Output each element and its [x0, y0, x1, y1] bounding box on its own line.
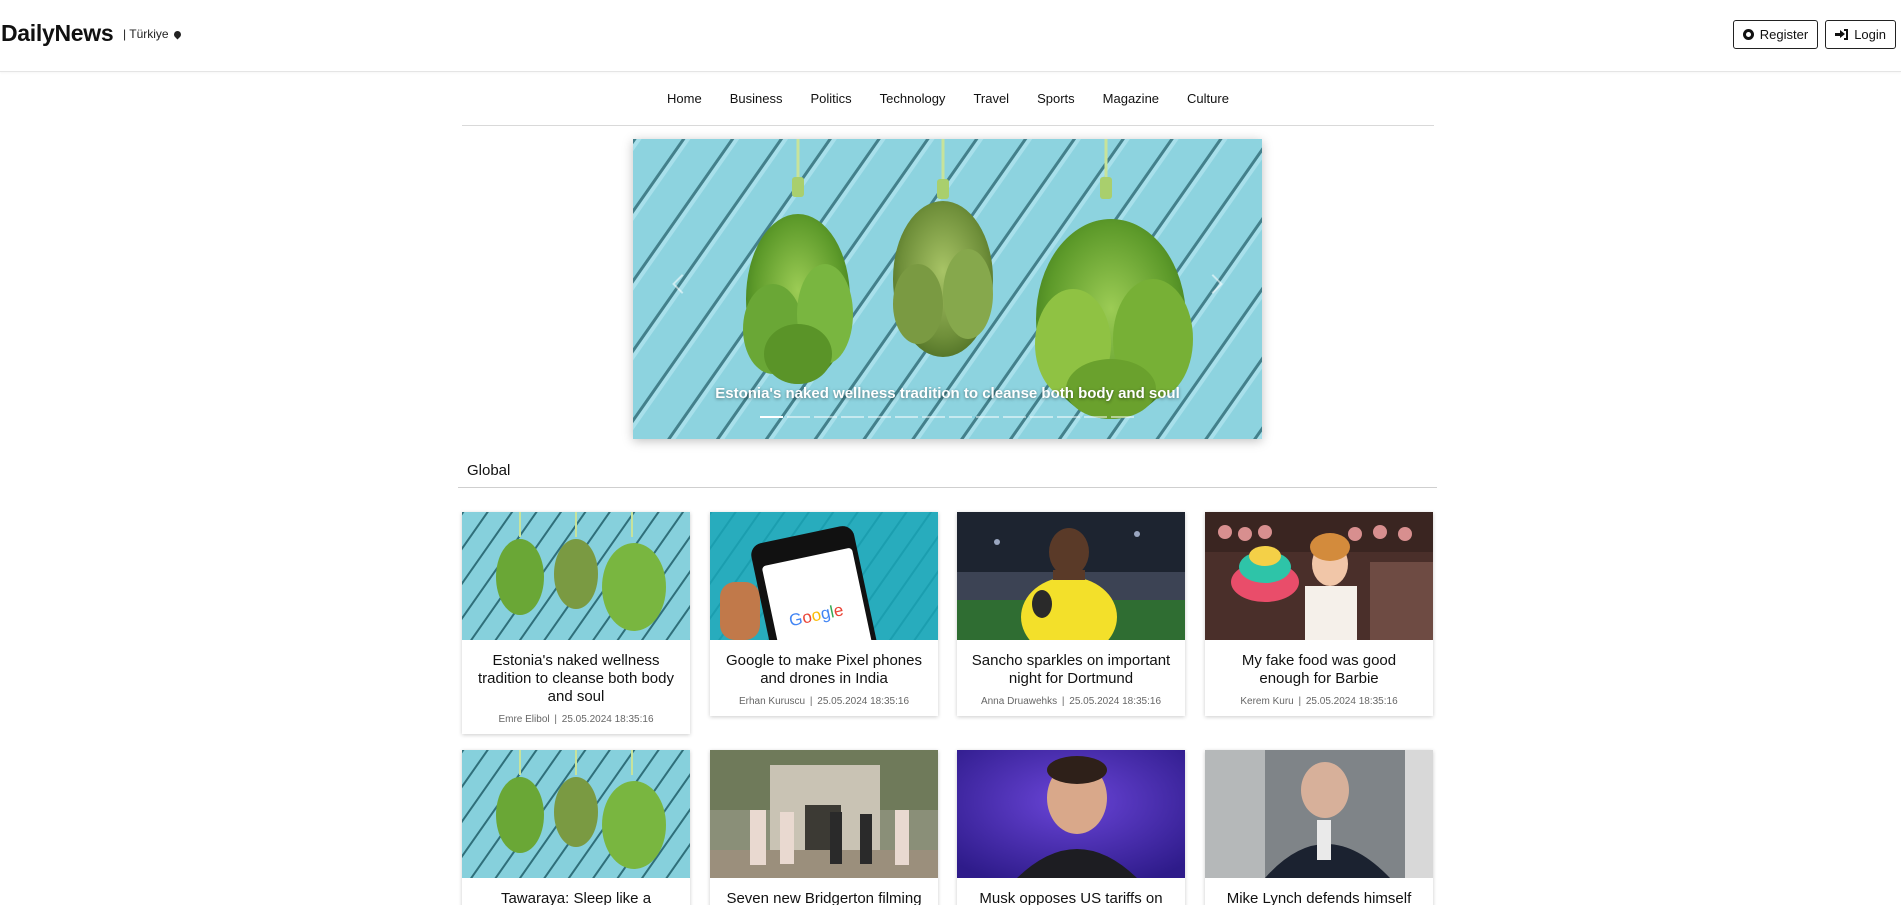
- article-date: 25.05.2024 18:35:16: [817, 696, 910, 707]
- article-title[interactable]: Tawaraya: Sleep like a: [462, 878, 690, 905]
- article-title[interactable]: My fake food was good enough for Barbie: [1205, 640, 1433, 688]
- section-divider: [458, 487, 1437, 488]
- nav-home[interactable]: Home: [653, 91, 716, 106]
- article-card[interactable]: My fake food was good enough for Barbie …: [1205, 512, 1433, 716]
- nav-sports[interactable]: Sports: [1023, 91, 1089, 106]
- article-author: Emre Elibol: [498, 714, 550, 725]
- carousel-indicator[interactable]: [922, 416, 945, 418]
- carousel-indicator[interactable]: [1030, 416, 1053, 418]
- site-logo[interactable]: DailyNews: [1, 20, 114, 47]
- article-meta: Erhan Kuruscu | 25.05.2024 18:35:16: [738, 696, 910, 707]
- login-button[interactable]: Login: [1825, 20, 1896, 49]
- carousel-indicator[interactable]: [976, 416, 999, 418]
- article-title[interactable]: Musk opposes US tariffs on: [957, 878, 1185, 905]
- article-thumbnail: [1205, 512, 1433, 640]
- article-title[interactable]: Seven new Bridgerton filming: [710, 878, 938, 905]
- sign-in-icon: [1835, 29, 1849, 40]
- article-thumbnail: [710, 750, 938, 878]
- article-card[interactable]: Estonia's naked wellness tradition to cl…: [462, 512, 690, 734]
- carousel-indicator[interactable]: [787, 416, 810, 418]
- article-thumbnail: [1205, 750, 1433, 878]
- nav-culture[interactable]: Culture: [1173, 91, 1243, 106]
- carousel-indicator[interactable]: [1084, 416, 1107, 418]
- main-nav: Home Business Politics Technology Travel…: [462, 72, 1434, 126]
- article-date: 25.05.2024 18:35:16: [561, 714, 654, 725]
- article-author: Erhan Kuruscu: [738, 696, 806, 707]
- carousel-caption[interactable]: Estonia's naked wellness tradition to cl…: [633, 385, 1262, 402]
- carousel-indicator[interactable]: [895, 416, 918, 418]
- location-pin-icon: [172, 29, 183, 40]
- carousel-indicator[interactable]: [841, 416, 864, 418]
- carousel-indicator[interactable]: [949, 416, 972, 418]
- article-title[interactable]: Mike Lynch defends himself: [1205, 878, 1433, 905]
- article-meta: Emre Elibol | 25.05.2024 18:35:16: [498, 714, 654, 725]
- section-title: Global: [467, 462, 511, 479]
- article-author: Kerem Kuru: [1240, 696, 1294, 707]
- carousel-indicator[interactable]: [1111, 416, 1134, 418]
- article-author: Anna Druawehks: [980, 696, 1058, 707]
- article-card[interactable]: Mike Lynch defends himself: [1205, 750, 1433, 905]
- register-label: Register: [1759, 27, 1809, 42]
- article-card[interactable]: Musk opposes US tariffs on: [957, 750, 1185, 905]
- article-thumbnail: [462, 512, 690, 640]
- article-thumbnail: [957, 512, 1185, 640]
- article-meta: Anna Druawehks | 25.05.2024 18:35:16: [980, 696, 1162, 707]
- register-button[interactable]: Register: [1732, 20, 1819, 49]
- article-meta: Kerem Kuru | 25.05.2024 18:35:16: [1240, 696, 1398, 707]
- article-date: 25.05.2024 18:35:16: [1069, 696, 1162, 707]
- user-circle-icon: [1742, 29, 1754, 40]
- carousel-indicator[interactable]: [1057, 416, 1080, 418]
- nav-technology[interactable]: Technology: [866, 91, 960, 106]
- article-card[interactable]: Google Google to make Pixel phones and d…: [710, 512, 938, 716]
- article-title[interactable]: Estonia's naked wellness tradition to cl…: [462, 640, 690, 706]
- article-date: 25.05.2024 18:35:16: [1305, 696, 1398, 707]
- carousel-indicator[interactable]: [868, 416, 891, 418]
- article-card[interactable]: Sancho sparkles on important night for D…: [957, 512, 1185, 716]
- article-thumbnail: Google: [710, 512, 938, 640]
- headline-carousel[interactable]: Estonia's naked wellness tradition to cl…: [633, 139, 1262, 439]
- auth-buttons: Register Login: [1732, 20, 1896, 49]
- carousel-indicators: [760, 416, 1134, 418]
- article-card[interactable]: Tawaraya: Sleep like a: [462, 750, 690, 905]
- nav-magazine[interactable]: Magazine: [1089, 91, 1173, 106]
- region-label: | Türkiye: [123, 27, 169, 41]
- carousel-indicator[interactable]: [814, 416, 837, 418]
- article-thumbnail: [462, 750, 690, 878]
- nav-politics[interactable]: Politics: [796, 91, 865, 106]
- top-header: DailyNews | Türkiye Register Login: [0, 0, 1901, 72]
- article-title[interactable]: Google to make Pixel phones and drones i…: [710, 640, 938, 688]
- article-thumbnail: [957, 750, 1185, 878]
- carousel-indicator[interactable]: [1003, 416, 1026, 418]
- nav-business[interactable]: Business: [716, 91, 797, 106]
- article-title[interactable]: Sancho sparkles on important night for D…: [957, 640, 1185, 688]
- article-card[interactable]: Seven new Bridgerton filming: [710, 750, 938, 905]
- carousel-indicator[interactable]: [760, 416, 783, 418]
- login-label: Login: [1854, 27, 1886, 42]
- nav-travel[interactable]: Travel: [959, 91, 1023, 106]
- region-selector[interactable]: | Türkiye: [123, 27, 183, 41]
